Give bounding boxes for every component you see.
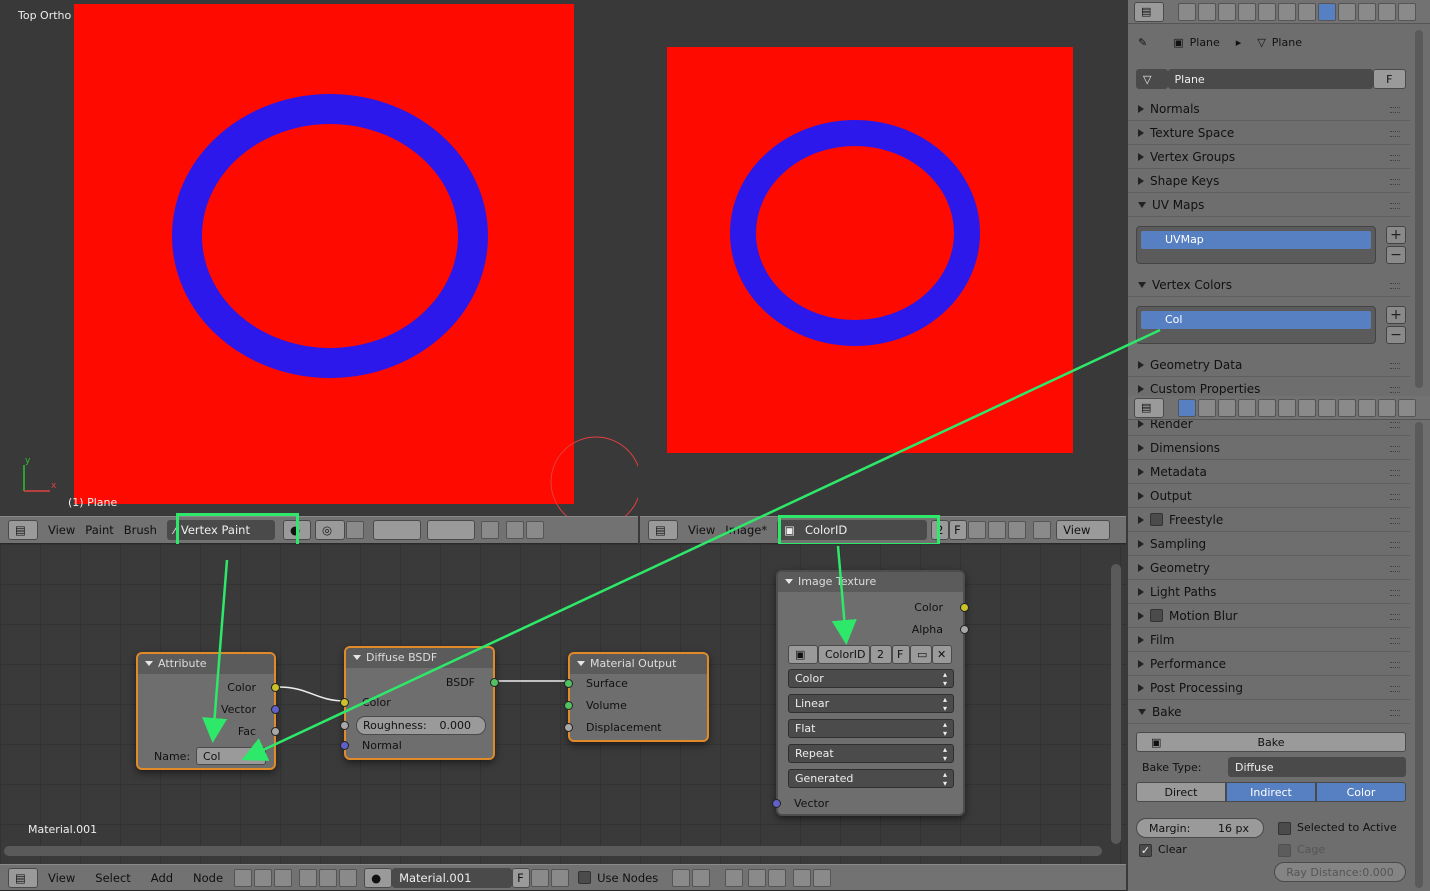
- annotation-arrows: [202, 328, 1161, 761]
